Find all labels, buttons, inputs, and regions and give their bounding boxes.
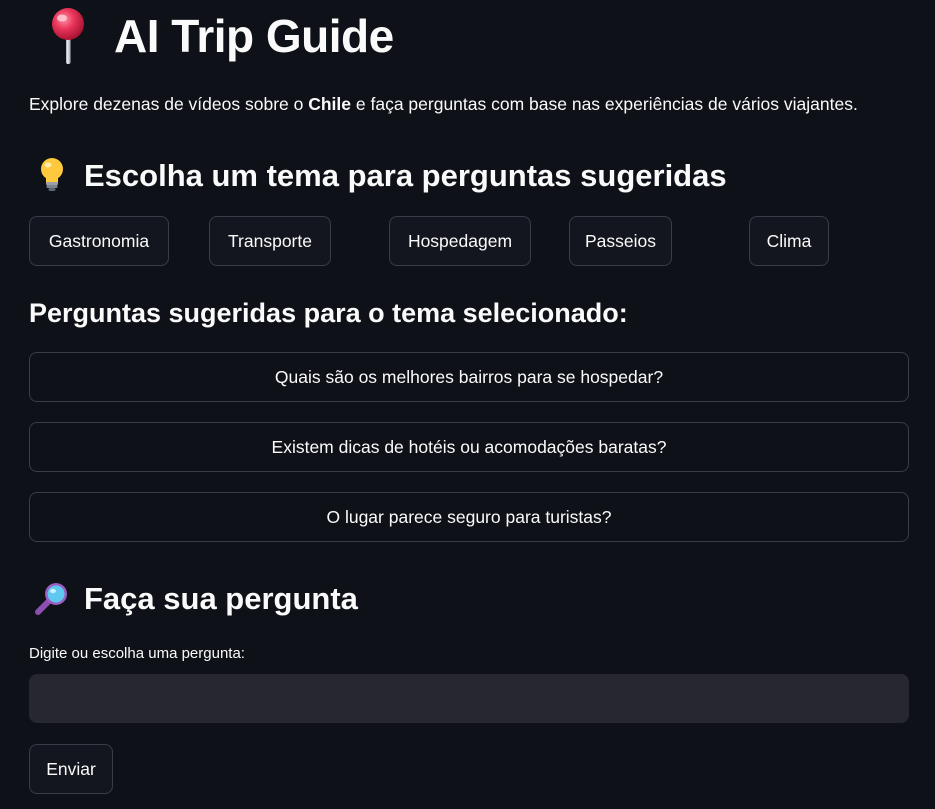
- send-button[interactable]: Enviar: [29, 744, 113, 794]
- round-pushpin-icon: [52, 8, 84, 64]
- intro-text: Explore dezenas de vídeos sobre o Chile …: [29, 93, 858, 115]
- theme-button-transporte[interactable]: Transporte: [209, 216, 331, 266]
- theme-button-passeios[interactable]: Passeios: [569, 216, 672, 266]
- theme-button-clima[interactable]: Clima: [749, 216, 829, 266]
- ask-section-title: Faça sua pergunta: [84, 580, 358, 616]
- theme-section-heading: Escolha um tema para perguntas sugeridas: [36, 157, 727, 193]
- theme-section-title: Escolha um tema para perguntas sugeridas: [84, 157, 727, 193]
- question-input[interactable]: [29, 674, 909, 723]
- suggested-question-button[interactable]: O lugar parece seguro para turistas?: [29, 492, 909, 542]
- suggested-question-button[interactable]: Quais são os melhores bairros para se ho…: [29, 352, 909, 402]
- light-bulb-icon: [41, 158, 63, 191]
- page-title: AI Trip Guide: [114, 10, 394, 62]
- intro-text-end: e faça perguntas com base nas experiênci…: [351, 94, 858, 114]
- suggested-questions-heading: Perguntas sugeridas para o tema selecion…: [29, 298, 628, 328]
- intro-destination: Chile: [308, 94, 352, 114]
- theme-button-hospedagem[interactable]: Hospedagem: [389, 216, 531, 266]
- theme-button-gastronomia[interactable]: Gastronomia: [29, 216, 169, 266]
- question-input-label: Digite ou escolha uma pergunta:: [29, 645, 245, 662]
- suggested-question-button[interactable]: Existem dicas de hotéis ou acomodações b…: [29, 422, 909, 472]
- intro-text-start: Explore dezenas de vídeos sobre o: [29, 94, 309, 114]
- header: AI Trip Guide: [40, 4, 394, 68]
- magnifying-glass-icon: [35, 583, 67, 615]
- app-page: AI Trip Guide Explore dezenas de vídeos …: [0, 0, 935, 809]
- ask-section-heading: Faça sua pergunta: [34, 580, 358, 616]
